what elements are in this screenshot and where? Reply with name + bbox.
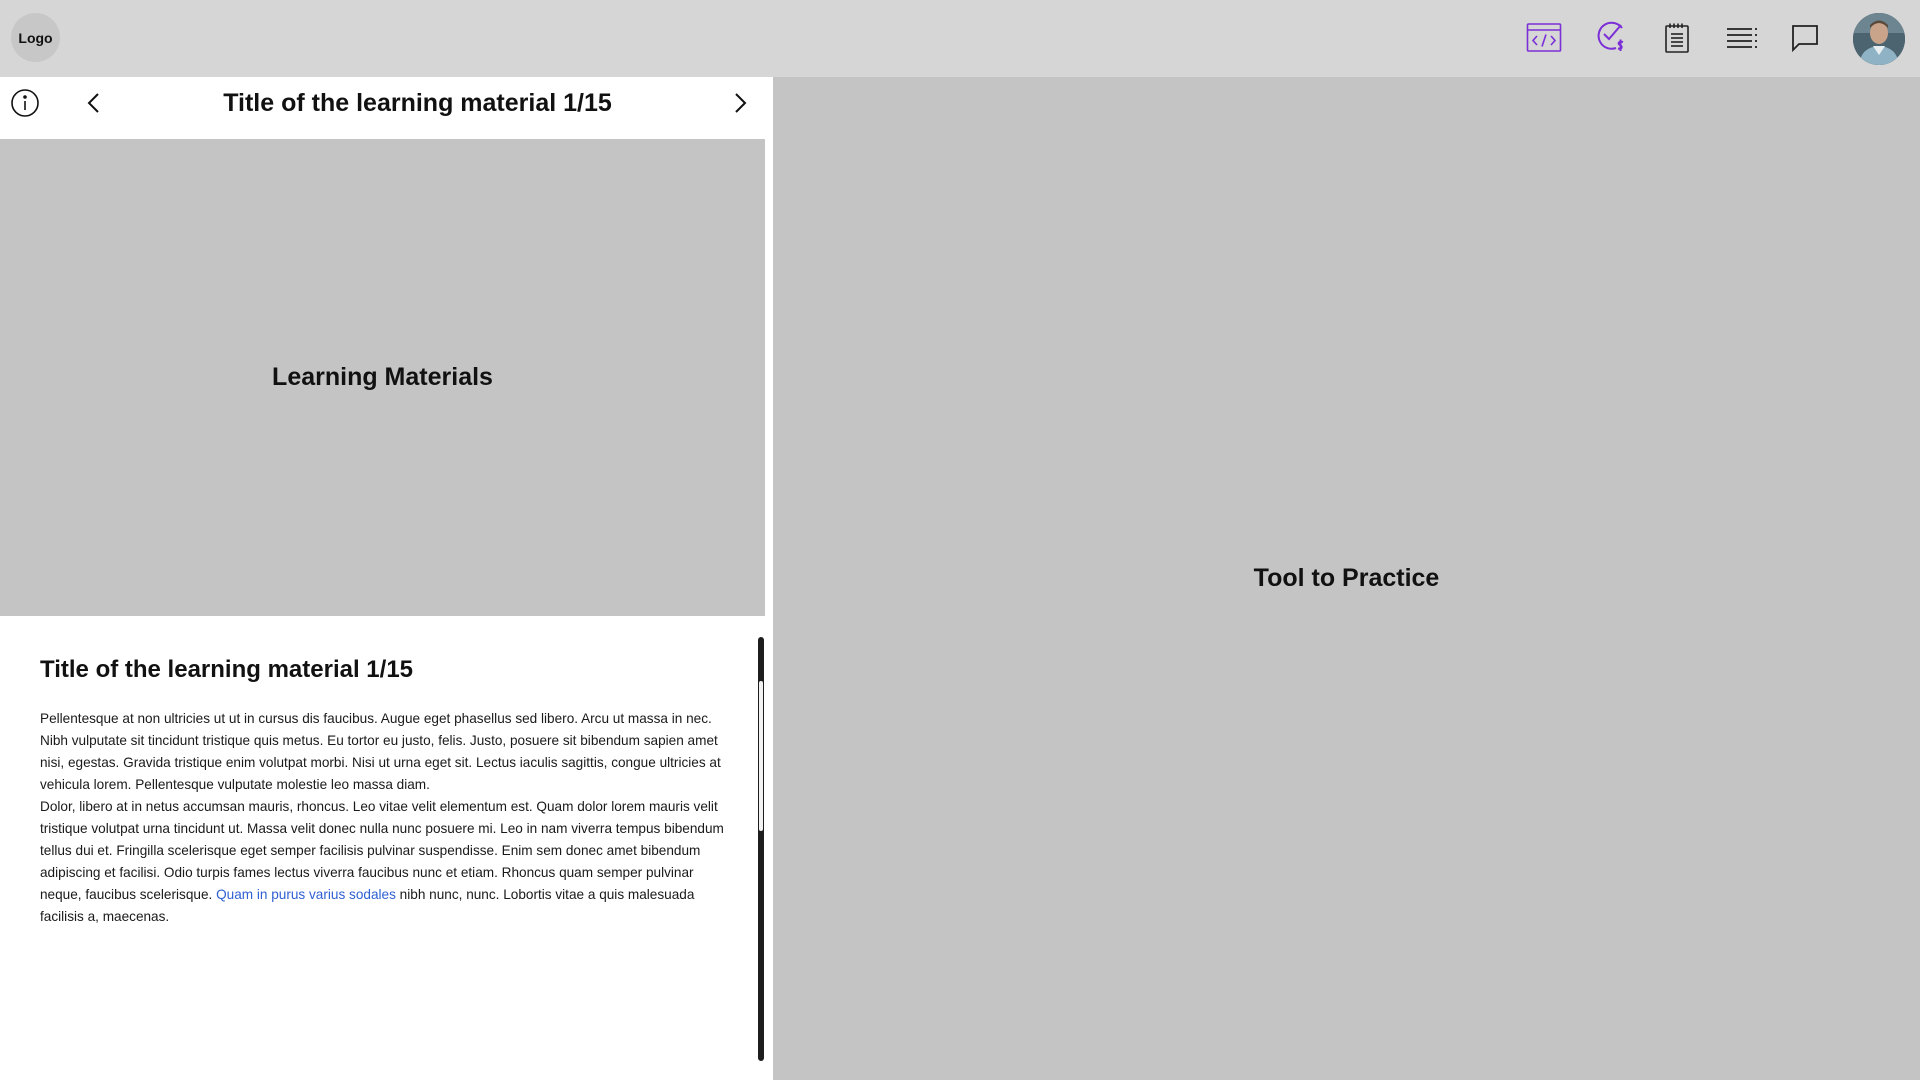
content-title: Title of the learning material 1/15 xyxy=(40,656,414,683)
check-dollar-icon[interactable] xyxy=(1594,20,1630,56)
content-body: Pellentesque at non ultricies ut ut in c… xyxy=(40,708,732,928)
practice-label: Tool to Practice xyxy=(1253,564,1440,592)
info-icon[interactable] xyxy=(5,83,45,123)
scrollbar-thumb[interactable] xyxy=(759,681,763,831)
content-paragraph: Pellentesque at non ultricies ut ut in c… xyxy=(40,711,721,792)
chevron-right-icon[interactable] xyxy=(720,83,760,123)
practice-panel[interactable]: Tool to Practice xyxy=(773,77,1920,1080)
content-paragraph: Dolor, libero at in netus accumsan mauri… xyxy=(40,796,732,928)
chevron-left-icon[interactable] xyxy=(74,83,114,123)
learning-media-placeholder: Learning Materials xyxy=(0,139,765,616)
learning-media-label: Learning Materials xyxy=(272,363,493,391)
top-bar: Logo xyxy=(0,0,1920,77)
learning-header: Title of the learning material 1/15 xyxy=(0,77,773,139)
notepad-icon[interactable] xyxy=(1659,20,1695,56)
content-link[interactable]: Quam in purus varius sodales xyxy=(216,887,396,902)
logo[interactable]: Logo xyxy=(11,13,60,62)
panel-divider[interactable] xyxy=(765,77,773,1080)
code-editor-icon[interactable] xyxy=(1526,20,1562,56)
learning-content: Title of the learning material 1/15 Pell… xyxy=(40,654,732,928)
avatar[interactable] xyxy=(1853,13,1905,65)
learning-header-title: Title of the learning material 1/15 xyxy=(223,89,612,117)
list-icon[interactable] xyxy=(1724,20,1760,56)
chat-icon[interactable] xyxy=(1787,20,1823,56)
learning-panel: Title of the learning material 1/15 Lear… xyxy=(0,77,773,1080)
